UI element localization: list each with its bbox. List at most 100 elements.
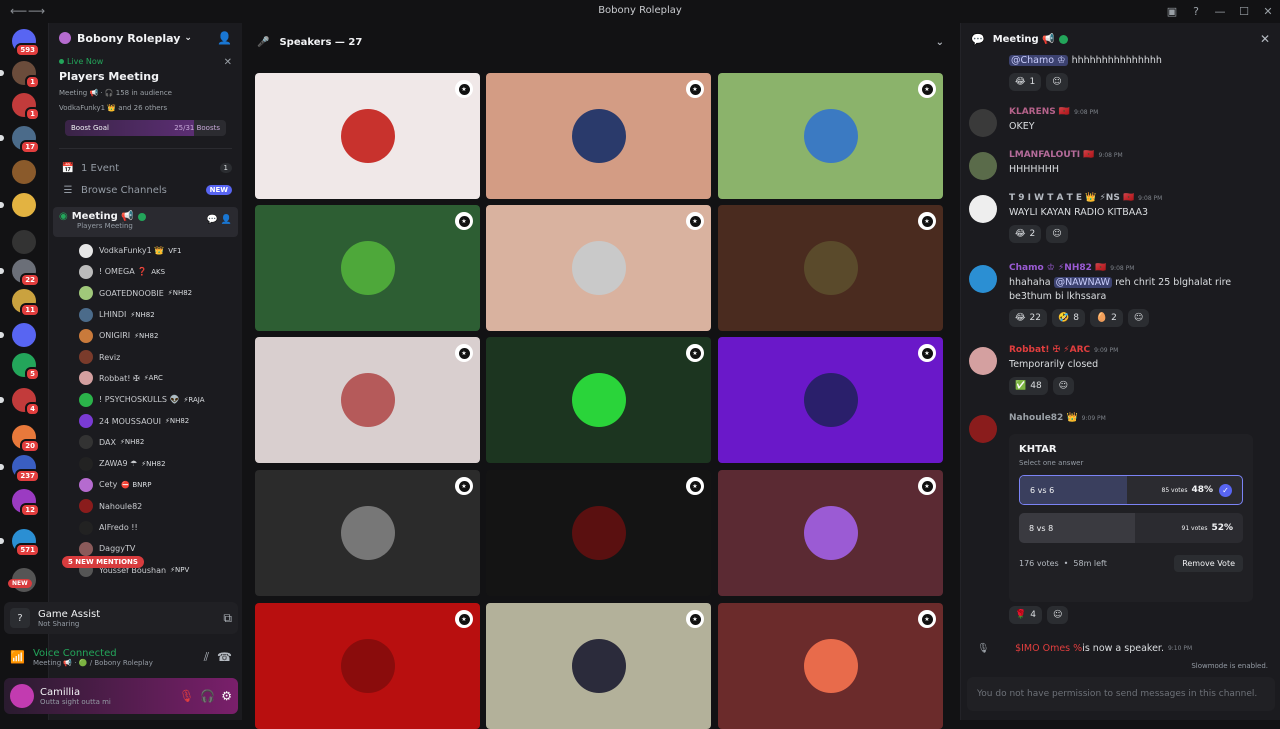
server-icon[interactable]: 4 (0, 388, 40, 416)
avatar[interactable] (969, 265, 997, 293)
server-icon[interactable]: 11 (12, 289, 40, 317)
speaker-tile[interactable]: ★ (718, 337, 943, 463)
close-window-button[interactable]: ✕ (1256, 0, 1280, 23)
speaker-tile[interactable]: ★ (255, 470, 480, 596)
server-icon[interactable]: 237 (0, 455, 40, 483)
server-icon[interactable] (0, 323, 36, 347)
voice-member[interactable]: 24 MOUSSAOUI ⚡NH82 (49, 410, 242, 431)
game-assist-card[interactable]: ? Game Assist Not Sharing ⧉ (4, 602, 238, 634)
close-icon[interactable]: ✕ (1260, 32, 1270, 46)
voice-member[interactable]: Cety ⛔ BNRP (49, 474, 242, 495)
speaker-tile[interactable]: ★ (718, 470, 943, 596)
speaker-tile[interactable]: ★ (486, 205, 711, 331)
reaction[interactable]: 🤣 8 (1051, 309, 1085, 327)
server-icon[interactable]: 1 (12, 93, 40, 121)
avatar[interactable] (969, 415, 997, 443)
browse-channels-row[interactable]: ☰ Browse Channels NEW (49, 179, 242, 201)
voice-member[interactable]: ONIGIRI ⚡NH82 (49, 325, 242, 346)
live-stage-card[interactable]: Live Now Players Meeting Meeting 📢 · 🎧 1… (59, 57, 232, 149)
reaction[interactable]: ✅ 48 (1009, 377, 1048, 395)
voice-member[interactable]: ! PSYCHOSKULLS 👽 ⚡RAJA (49, 389, 242, 410)
avatar[interactable] (969, 152, 997, 180)
new-mentions-pill[interactable]: 5 NEW MENTIONS (62, 556, 144, 568)
message-author[interactable]: Robbat! ✠ ⚡ARC 9:09 PM (1009, 345, 1273, 355)
add-reaction-icon[interactable]: ☺ (1046, 606, 1069, 624)
avatar[interactable] (969, 347, 997, 375)
speaker-tile[interactable]: ★ (255, 603, 480, 729)
user-mention[interactable]: @NAWNAW (1053, 277, 1113, 288)
add-reaction-icon[interactable]: ☺ (1127, 309, 1150, 327)
voice-member[interactable]: Robbat! ✠ ⚡ARC (49, 368, 242, 389)
avatar[interactable] (10, 684, 34, 708)
add-reaction-icon[interactable]: ☺ (1046, 73, 1068, 91)
speaker-tile[interactable]: ★ (486, 337, 711, 463)
voice-channel-meeting[interactable]: ◉ Meeting 📢 Players Meeting 💬 👤 (53, 207, 238, 237)
share-screen-icon[interactable]: ⧉ (223, 611, 232, 626)
system-user[interactable]: $IMO Omes % (1015, 643, 1082, 654)
speaker-tile[interactable]: ★ (255, 205, 480, 331)
server-icon[interactable] (12, 160, 36, 184)
chevron-down-icon[interactable]: ⌄ (936, 37, 944, 48)
voice-member[interactable]: AlFredo !! (49, 517, 242, 538)
events-row[interactable]: 📅 1 Event 1 (49, 157, 242, 179)
server-header[interactable]: Bobony Roleplay ⌄ 👤 (49, 23, 242, 53)
speaker-tile[interactable]: ★ (718, 603, 943, 729)
reaction[interactable]: 🥚 2 (1089, 309, 1123, 327)
server-icon[interactable]: 12 (12, 489, 40, 517)
inbox-icon[interactable]: ▣ (1160, 0, 1184, 23)
speaker-tile[interactable]: ★ (718, 205, 943, 331)
avatar[interactable] (969, 195, 997, 223)
server-icon[interactable]: 1 (0, 61, 40, 89)
user-panel[interactable]: Camillia Outta sight outta mi 🎙 🎧 ⚙ (4, 678, 238, 714)
speaker-tile[interactable]: ★ (255, 337, 480, 463)
headphones-icon[interactable]: 🎧 (200, 689, 215, 703)
poll-option[interactable]: 8 vs 8 91 votes 52% (1019, 513, 1243, 543)
user-mention[interactable]: @Chamo ♔ (1009, 55, 1068, 66)
message-author[interactable]: Chamo ♔ ⚡NH82 🇲🇦 9:08 PM (1009, 263, 1273, 273)
speaker-tile[interactable]: ★ (255, 73, 480, 199)
invite-people-icon[interactable]: 👤 (217, 31, 232, 45)
remove-vote-button[interactable]: Remove Vote (1174, 555, 1243, 572)
help-icon[interactable]: ? (1184, 0, 1208, 23)
message-author[interactable]: Nahoule82 👑 9:09 PM (1009, 413, 1273, 423)
message-author[interactable]: KLARENS 🇲🇦 9:08 PM (1009, 107, 1273, 117)
speaker-tile[interactable]: ★ (486, 603, 711, 729)
minimize-button[interactable]: — (1208, 0, 1232, 23)
disconnect-icon[interactable]: ☎ (217, 650, 232, 664)
avatar[interactable] (969, 109, 997, 137)
server-icon[interactable] (12, 230, 36, 254)
reaction[interactable]: 🌹 4 (1009, 606, 1042, 624)
speaker-tile[interactable]: ★ (486, 73, 711, 199)
speaker-tile[interactable]: ★ (718, 73, 943, 199)
server-icon[interactable]: 20 (12, 425, 40, 453)
noise-suppression-icon[interactable]: ⫽ (204, 650, 209, 665)
close-icon[interactable]: ✕ (224, 57, 232, 68)
add-reaction-icon[interactable]: ☺ (1046, 225, 1068, 243)
server-icon[interactable]: 593 (12, 29, 40, 57)
message-author[interactable]: T 9 I W T A T E 👑 ⚡NS 🇲🇦 9:08 PM (1009, 193, 1273, 203)
reaction[interactable]: 😂 1 (1009, 73, 1042, 91)
server-icon[interactable]: 571 (0, 529, 40, 557)
add-reaction-icon[interactable]: ☺ (1052, 377, 1075, 395)
voice-member[interactable]: ZAWA9 ☂ ⚡NH82 (49, 453, 242, 474)
voice-member[interactable]: Nahoule82 (49, 496, 242, 517)
server-icon[interactable] (0, 193, 36, 217)
server-icon[interactable]: 5 (12, 353, 40, 381)
reaction[interactable]: 😂 22 (1009, 309, 1047, 327)
server-icon[interactable]: 22 (0, 259, 40, 287)
message-author[interactable]: LMANFALOUTI 🇲🇦 9:08 PM (1009, 150, 1273, 160)
reaction[interactable]: 😂 2 (1009, 225, 1042, 243)
voice-member[interactable]: Reviz (49, 346, 242, 367)
server-icon[interactable]: 17 (0, 126, 40, 154)
voice-member[interactable]: DAX ⚡NH82 (49, 432, 242, 453)
poll-option[interactable]: 6 vs 6 85 votes 48% ✓ (1019, 475, 1243, 505)
message-input[interactable]: You do not have permission to send messa… (967, 677, 1275, 711)
voice-member[interactable]: ! OMEGA ❓ AKS (49, 261, 242, 282)
speaker-tile[interactable]: ★ (486, 470, 711, 596)
voice-member[interactable]: VodkaFunky1 👑 VF1 (49, 240, 242, 261)
mute-mic-icon[interactable]: 🎙 (179, 689, 194, 703)
voice-member[interactable]: LHINDI ⚡NH82 (49, 304, 242, 325)
gear-icon[interactable]: ⚙ (221, 689, 232, 703)
boost-goal-bar[interactable]: Boost Goal 25/31 Boosts (65, 120, 226, 136)
voice-member[interactable]: GOATEDNOOBIE ⚡NH82 (49, 283, 242, 304)
